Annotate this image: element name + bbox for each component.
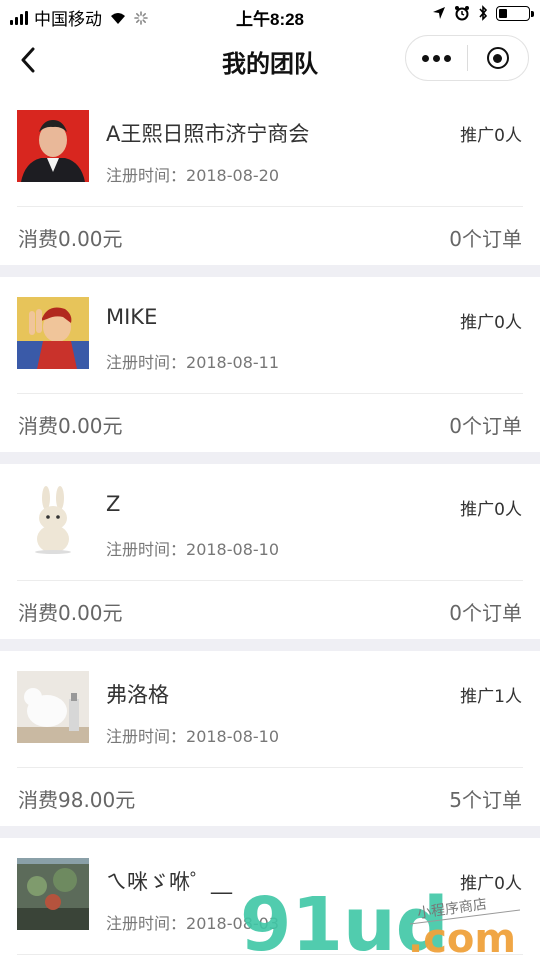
battery-icon (496, 5, 534, 21)
avatar (17, 858, 89, 930)
avatar (17, 297, 89, 369)
card-gap (0, 639, 540, 651)
member-name: 弗洛格 (106, 683, 169, 707)
avatar (17, 484, 89, 556)
spend-amount: 消费98.00元 (18, 788, 136, 812)
avatar (17, 671, 89, 743)
promotion-count: 推广0人 (460, 500, 522, 520)
close-mini-program-button[interactable] (468, 36, 529, 80)
status-bar: 中国移动 上午8:28 (0, 0, 540, 30)
member-card[interactable]: A王熙日照市济宁商会 注册时间：2018-08-20 推广0人 消费0.00元 … (0, 90, 540, 265)
promotion-count: 推广1人 (460, 687, 522, 707)
card-gap (0, 826, 540, 838)
member-list: A王熙日照市济宁商会 注册时间：2018-08-20 推广0人 消费0.00元 … (0, 90, 540, 955)
bluetooth-icon (479, 5, 488, 21)
status-right (432, 5, 534, 21)
register-time: 注册时间：2018-08-10 (106, 727, 279, 746)
promotion-count: 推广0人 (460, 126, 522, 146)
nav-bar: 我的团队 (0, 30, 540, 90)
location-icon (433, 7, 445, 19)
more-button[interactable] (406, 36, 467, 80)
alarm-icon (455, 6, 469, 21)
avatar (17, 110, 89, 182)
register-time: 注册时间：2018-08-03 (106, 914, 279, 933)
member-name: Z (106, 492, 121, 516)
more-icon (421, 54, 451, 62)
card-gap (0, 452, 540, 464)
register-time: 注册时间：2018-08-11 (106, 353, 279, 372)
member-name: ㄟ咪ゞ咻゜__ (106, 870, 232, 894)
card-gap (0, 265, 540, 277)
order-count: 5个订单 (449, 788, 522, 812)
member-name: A王熙日照市济宁商会 (106, 122, 310, 146)
promotion-count: 推广0人 (460, 313, 522, 333)
target-icon (486, 47, 509, 69)
member-card[interactable]: Z 注册时间：2018-08-10 推广0人 消费0.00元 0个订单 (0, 464, 540, 639)
mini-program-capsule (405, 35, 529, 81)
spend-amount: 消费0.00元 (18, 227, 123, 251)
order-count: 0个订单 (449, 227, 522, 251)
spend-amount: 消费0.00元 (18, 414, 123, 438)
order-count: 0个订单 (449, 601, 522, 625)
member-card[interactable]: ㄟ咪ゞ咻゜__ 注册时间：2018-08-03 推广0人 (0, 838, 540, 955)
order-count: 0个订单 (449, 414, 522, 438)
member-card[interactable]: MIKE 注册时间：2018-08-11 推广0人 消费0.00元 0个订单 (0, 277, 540, 452)
spend-amount: 消费0.00元 (18, 601, 123, 625)
register-time: 注册时间：2018-08-10 (106, 540, 279, 559)
member-name: MIKE (106, 305, 158, 329)
member-card[interactable]: 弗洛格 注册时间：2018-08-10 推广1人 消费98.00元 5个订单 (0, 651, 540, 826)
divider (17, 954, 523, 955)
register-time: 注册时间：2018-08-20 (106, 166, 279, 185)
promotion-count: 推广0人 (460, 874, 522, 894)
